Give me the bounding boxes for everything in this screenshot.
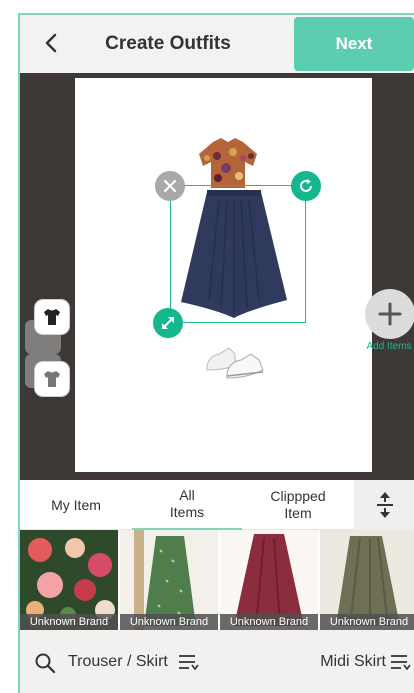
- brand-label: Unknown Brand: [220, 614, 318, 630]
- next-button[interactable]: Next: [294, 17, 414, 71]
- floral-blouse-image[interactable]: [193, 136, 263, 192]
- tab-all-items[interactable]: All Items: [132, 480, 242, 530]
- top-bar: Create Outfits Next: [20, 13, 414, 73]
- add-items-button[interactable]: [365, 289, 414, 339]
- list-item[interactable]: Unknown Brand: [320, 530, 414, 630]
- screen: Create Outfits Next Add Items My Item Al…: [18, 13, 414, 693]
- search-icon[interactable]: [34, 652, 56, 674]
- list-item[interactable]: Unknown Brand: [120, 530, 218, 630]
- brand-label: Unknown Brand: [20, 614, 118, 630]
- tshirt-layer-icon[interactable]: [35, 300, 69, 334]
- list-item[interactable]: Unknown Brand: [220, 530, 318, 630]
- selection-box[interactable]: [170, 185, 306, 323]
- tab-clipped-item[interactable]: Clippped Item: [242, 480, 354, 530]
- rotate-icon[interactable]: [291, 171, 321, 201]
- item-list: Unknown Brand Unknown Brand Unknown Bran…: [20, 530, 414, 630]
- resize-icon[interactable]: [153, 308, 183, 338]
- list-item[interactable]: Unknown Brand: [20, 530, 118, 630]
- brand-label: Unknown Brand: [320, 614, 414, 630]
- category-filter[interactable]: Trouser / Skirt: [68, 650, 168, 674]
- item-tabs: My Item All Items Clippped Item: [20, 480, 414, 530]
- subcategory-filter[interactable]: Midi Skirt: [320, 650, 386, 674]
- delete-item-icon[interactable]: [155, 171, 185, 201]
- filter-list-icon[interactable]: [178, 653, 200, 671]
- page-title: Create Outfits: [105, 33, 231, 54]
- filter-bar: Trouser / Skirt Midi Skirt: [20, 630, 414, 693]
- back-arrow-icon[interactable]: [40, 31, 64, 55]
- sort-toggle-icon[interactable]: [354, 480, 414, 530]
- add-items-label[interactable]: Add Items: [363, 341, 414, 352]
- outfit-canvas-area: Add Items: [20, 73, 414, 480]
- tshirt-layer-icon[interactable]: [35, 362, 69, 396]
- filter-list-icon[interactable]: [390, 653, 412, 671]
- tab-my-item[interactable]: My Item: [20, 480, 132, 530]
- outfit-board[interactable]: [75, 78, 372, 472]
- brand-label: Unknown Brand: [120, 614, 218, 630]
- white-sneakers-image[interactable]: [205, 340, 267, 380]
